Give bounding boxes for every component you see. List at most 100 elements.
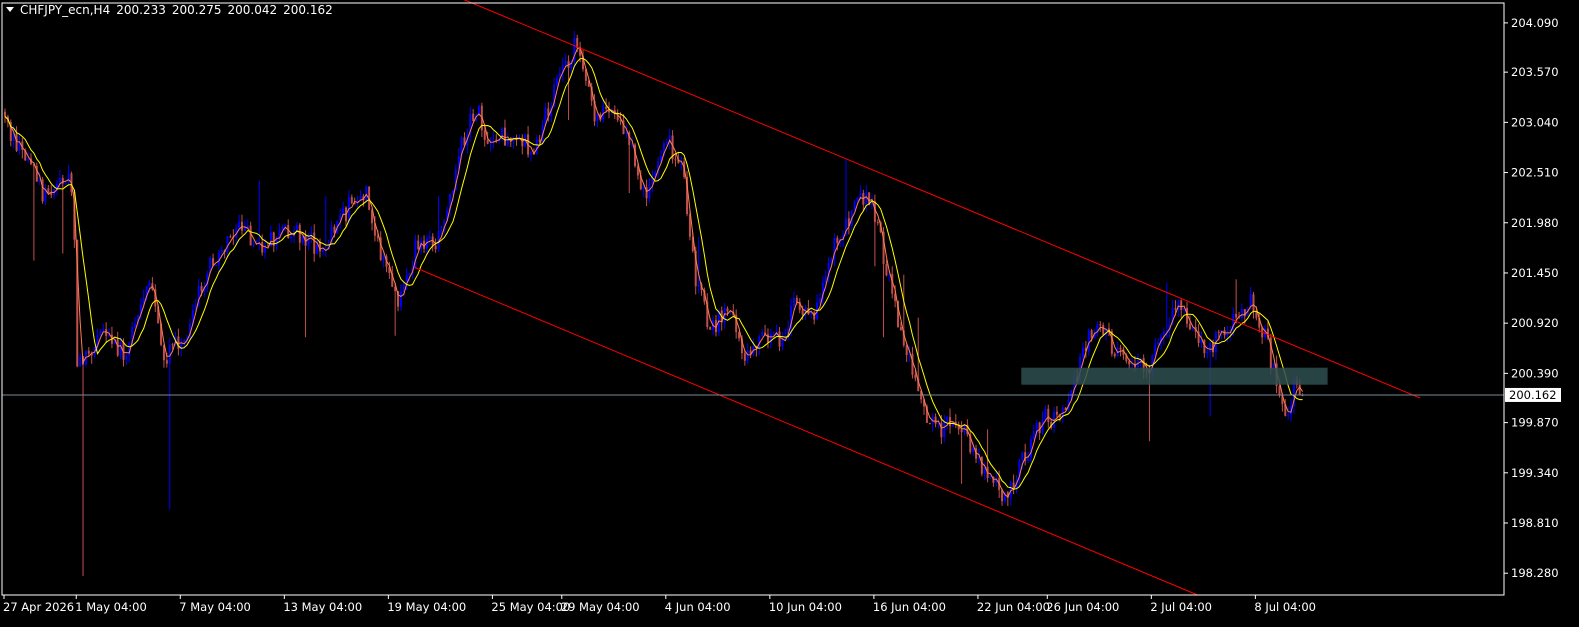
candle-body <box>1226 333 1229 336</box>
candle-body <box>928 422 931 424</box>
candle-body <box>428 236 431 239</box>
candle-body <box>489 142 492 144</box>
supply-zone-rect[interactable] <box>1021 367 1328 385</box>
candle-body <box>125 355 128 360</box>
candle-body <box>342 207 345 215</box>
candle-body <box>1209 342 1212 352</box>
candle-body <box>165 360 168 364</box>
high-price: 200.275 <box>171 3 222 17</box>
x-tick-label: 25 May 04:00 <box>491 600 570 614</box>
candle-body <box>1029 439 1032 458</box>
candle-body <box>535 139 538 155</box>
candle-body <box>116 339 119 356</box>
close-price: 200.162 <box>283 3 333 17</box>
candle-body <box>564 60 567 66</box>
x-tick-label: 8 Jul 04:00 <box>1254 600 1316 614</box>
candle-body <box>472 113 475 121</box>
candle-body <box>295 224 298 231</box>
candle-body <box>486 139 489 144</box>
candle-body <box>171 344 174 346</box>
candle-body <box>27 158 30 161</box>
candle-body <box>217 252 220 265</box>
candle-body <box>865 192 868 205</box>
current-price-label: 200.162 <box>1509 388 1557 402</box>
candle-body <box>1243 309 1246 317</box>
chart-header: CHFJPY_ecn,H4 200.233 200.275 200.042 200.16… <box>6 3 339 17</box>
candle-body <box>1099 324 1102 326</box>
candle-body <box>1252 294 1255 311</box>
candle-body <box>709 327 712 330</box>
candle-body <box>290 236 293 238</box>
chart-background <box>0 0 1579 623</box>
candle-body <box>836 237 839 244</box>
candle-body <box>772 333 775 335</box>
candle-body <box>885 264 888 276</box>
candle-body <box>1102 325 1105 335</box>
candle-body <box>1081 347 1084 357</box>
candle-body <box>743 353 746 361</box>
candle-body <box>417 240 420 250</box>
x-tick-label: 2 Jul 04:00 <box>1150 600 1212 614</box>
candle-body <box>134 323 137 328</box>
symbol-label: CHFJPY_ecn,H4 <box>20 3 111 17</box>
candle-body <box>1119 347 1122 350</box>
candle-body <box>64 182 67 184</box>
chart-root[interactable]: 204.090 203.570 203.040 202.510 201.980 201.4… <box>0 0 1579 623</box>
candle-body <box>229 236 232 238</box>
y-tick-label: 200.390 <box>1511 366 1559 380</box>
x-tick-label: 19 May 04:00 <box>387 600 466 614</box>
x-tick-label: 4 Jun 04:00 <box>665 600 731 614</box>
collapse-triangle-icon[interactable] <box>6 7 14 12</box>
candle-body <box>943 421 946 438</box>
candle-body <box>665 142 668 144</box>
candle-body <box>648 184 651 199</box>
candle-body <box>434 245 437 250</box>
candle-body <box>1090 330 1093 338</box>
y-tick-label: 198.810 <box>1511 516 1559 530</box>
candle-body <box>365 186 368 201</box>
candle-body <box>980 456 983 474</box>
candle-body <box>625 132 628 134</box>
x-tick-label: 1 May 04:00 <box>75 600 147 614</box>
candle-body <box>298 224 301 243</box>
candle-body <box>503 127 506 146</box>
candle-body <box>214 264 217 266</box>
candle-body <box>284 225 287 227</box>
y-tick-label: 204.090 <box>1511 16 1559 30</box>
y-tick-label: 203.040 <box>1511 115 1559 129</box>
candle-body <box>399 291 402 307</box>
x-tick-label: 26 Jun 04:00 <box>1046 600 1119 614</box>
candle-body <box>876 222 879 224</box>
candle-body <box>697 284 700 287</box>
candle-body <box>50 193 53 196</box>
candle-body <box>102 329 105 331</box>
y-tick-label: 199.870 <box>1511 416 1559 430</box>
candle-body <box>555 78 558 86</box>
candle-body <box>506 137 509 146</box>
candle-body <box>1278 386 1281 396</box>
candle-body <box>79 356 82 367</box>
price-chart[interactable]: 204.090 203.570 203.040 202.510 201.980 201.4… <box>0 0 1579 623</box>
candle-body <box>642 187 645 190</box>
x-tick-label: 7 May 04:00 <box>179 600 251 614</box>
candle-body <box>596 114 599 122</box>
candle-body <box>1240 309 1243 319</box>
candle-body <box>252 243 255 246</box>
candle-body <box>1087 330 1090 352</box>
candle-body <box>220 250 223 253</box>
candle-body <box>746 350 749 361</box>
candle-body <box>1206 351 1209 354</box>
y-tick-label: 200.920 <box>1511 316 1559 330</box>
candle-body <box>914 374 917 379</box>
candle-body <box>4 111 6 117</box>
candle-body <box>795 297 798 303</box>
candle-body <box>313 232 316 254</box>
candle-body <box>408 273 411 276</box>
candle-body <box>1044 408 1047 420</box>
candle-body <box>1157 341 1160 345</box>
candle-body <box>240 221 243 231</box>
candle-body <box>350 197 353 204</box>
candle-body <box>946 416 949 422</box>
candle-body <box>281 226 284 230</box>
x-tick-label: 13 May 04:00 <box>283 600 362 614</box>
